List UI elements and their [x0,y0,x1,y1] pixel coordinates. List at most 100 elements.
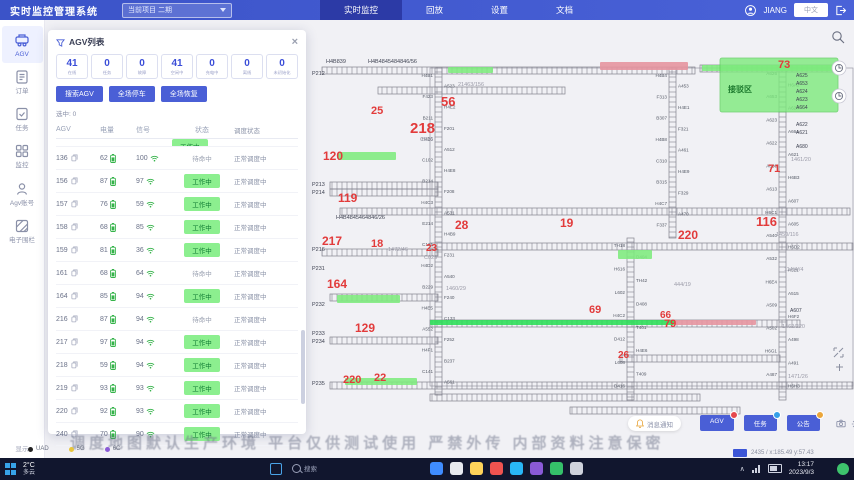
column-header[interactable]: 信号 [136,125,170,135]
table-row[interactable]: 1648594工作中正常调度中 [56,285,298,308]
copy-icon[interactable] [71,384,78,392]
agv-marker[interactable]: 19 [560,216,574,230]
weather-widget[interactable]: 2°C 多云 [23,462,35,478]
agv-marker[interactable]: 73 [778,59,790,71]
copy-icon[interactable] [71,154,78,162]
sidebar-item-2[interactable]: 任务 [2,100,43,137]
agv-marker[interactable]: 23 [426,243,438,254]
copy-icon[interactable] [71,315,78,323]
copy-icon[interactable] [71,430,78,438]
agv-marker[interactable]: 120 [323,149,343,163]
copy-icon[interactable] [71,177,78,185]
project-select[interactable]: 当前项目 二期 [122,3,232,18]
stat-box-1[interactable]: 0任务 [91,54,123,79]
tab-0[interactable]: 实时监控 [320,0,402,20]
panel-button-2[interactable]: 全场恢复 [161,86,207,102]
agv-marker[interactable]: 71 [768,163,780,175]
copy-icon[interactable] [71,269,78,277]
agv-marker[interactable]: 129 [355,321,375,335]
copy-icon[interactable] [71,338,78,346]
panel-button-1[interactable]: 全场停车 [109,86,155,102]
stat-box-6[interactable]: 0未初始化 [266,54,298,79]
map-search-icon[interactable] [833,32,844,43]
agv-marker[interactable]: 22 [374,372,386,384]
copy-icon[interactable] [71,246,78,254]
table-row[interactable]: 13662100待命中正常调度中 [56,147,298,170]
table-row[interactable]: 1577659工作中正常调度中 [56,193,298,216]
battery-icon[interactable] [768,464,782,473]
copy-icon[interactable] [71,407,78,415]
agv-marker[interactable]: 26 [618,350,630,361]
stat-box-5[interactable]: 0离线 [231,54,263,79]
agv-marker[interactable]: 116 [756,214,777,229]
stat-box-2[interactable]: 0故障 [126,54,158,79]
sidebar-item-4[interactable]: Agv账号 [2,175,43,212]
taskbar-app-5[interactable] [530,462,543,475]
agv-marker[interactable]: 79 [664,318,676,330]
table-row[interactable]: 2168794待命中正常调度中 [56,308,298,331]
copy-icon[interactable] [71,292,78,300]
expand-icon[interactable] [834,348,843,357]
minimap-button[interactable] [733,449,747,457]
column-header[interactable]: 状态 [170,125,234,135]
table-row[interactable]: 2179794工作中正常调度中 [56,331,298,354]
language-button[interactable]: 中文 [794,3,828,17]
quick-button-2[interactable]: 公告 [787,415,820,431]
wechat-tray-icon[interactable] [837,463,849,475]
start-button[interactable] [5,463,17,475]
table-row[interactable]: 2199393工作中正常调度中 [56,377,298,400]
quick-button-0[interactable]: AGV [700,415,734,431]
taskbar-app-2[interactable] [470,462,483,475]
taskbar-search[interactable]: 搜索 [292,463,317,473]
map-canvas[interactable]: H4B1A523F423H4E2B211F201H4B6A512C102H4E8… [310,20,854,438]
taskbar-app-0[interactable] [430,462,443,475]
sidebar-item-0[interactable]: AGV [2,26,43,63]
table-row[interactable]: 1568797工作中正常调度中 [56,170,298,193]
agv-marker[interactable]: 119 [338,191,358,205]
sidebar-item-3[interactable]: 监控 [2,137,43,174]
table-row[interactable]: 1586885工作中正常调度中 [56,216,298,239]
taskbar-app-4[interactable] [510,462,523,475]
logout-icon[interactable] [835,5,846,16]
compass-button[interactable] [832,89,846,103]
quick-button-1[interactable]: 任务 [744,415,777,431]
column-header[interactable]: 调度状态 [234,125,298,135]
taskbar-app-1[interactable] [450,462,463,475]
user-avatar-icon[interactable] [745,5,756,16]
table-row[interactable]: 1616864待命中正常调度中 [56,262,298,285]
pan-icon[interactable] [836,364,843,371]
stat-box-3[interactable]: 41空闲中 [161,54,193,79]
stat-box-4[interactable]: 0充电中 [196,54,228,79]
table-row[interactable]: 2209293工作中正常调度中 [56,400,298,423]
taskbar-app-3[interactable] [490,462,503,475]
sidebar-item-1[interactable]: 订单 [2,63,43,100]
agv-marker[interactable]: 18 [371,238,383,250]
table-row[interactable]: 2407090工作中正常调度中 [56,423,298,446]
taskbar-clock[interactable]: 13:17 2023/9/3 [789,461,814,477]
panel-scrollbar[interactable] [301,330,305,404]
agv-marker[interactable]: 218 [410,120,435,137]
copy-icon[interactable] [71,361,78,369]
close-icon[interactable]: × [292,37,298,48]
copy-icon[interactable] [71,223,78,231]
clock-button[interactable] [832,61,846,75]
table-row[interactable]: 1598136工作中正常调度中 [56,239,298,262]
agv-marker[interactable]: 56 [441,94,455,109]
column-header[interactable]: AGV [56,126,100,133]
panel-button-0[interactable]: 搜索AGV [56,86,103,102]
tab-3[interactable]: 文档 [532,0,597,20]
task-view-button[interactable] [270,463,282,475]
agv-marker[interactable]: 28 [455,218,469,232]
camera-icon[interactable] [836,419,846,428]
agv-marker[interactable]: 69 [589,304,601,316]
tray-caret-icon[interactable]: ∧ [740,465,745,473]
agv-marker[interactable]: 220 [343,374,361,386]
taskbar-app-7[interactable] [570,462,583,475]
tab-1[interactable]: 回放 [402,0,467,20]
agv-marker[interactable]: 164 [327,277,347,291]
table-row[interactable]: 2185994工作中正常调度中 [56,354,298,377]
taskbar-app-6[interactable] [550,462,563,475]
agv-marker[interactable]: 25 [371,105,383,117]
column-header[interactable]: 电量 [100,125,136,135]
notification-pill[interactable]: 消息通知 [628,416,681,431]
